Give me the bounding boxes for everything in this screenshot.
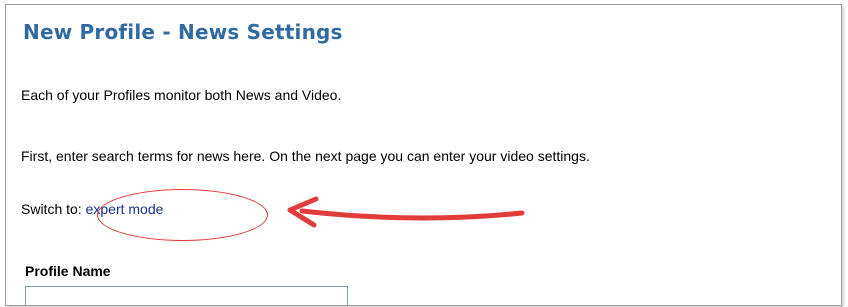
instructions-text: First, enter search terms for news here.…: [21, 148, 590, 164]
switch-mode-line: Switch to: expert mode: [21, 201, 163, 217]
annotation-arrow-icon: [287, 196, 525, 228]
switch-prefix-label: Switch to:: [21, 201, 86, 217]
intro-text: Each of your Profiles monitor both News …: [21, 87, 342, 103]
profile-name-label: Profile Name: [25, 263, 111, 279]
profile-name-input[interactable]: [25, 286, 348, 305]
expert-mode-link[interactable]: expert mode: [86, 201, 164, 217]
page-title: New Profile - News Settings: [23, 20, 343, 44]
settings-panel: New Profile - News Settings Each of your…: [5, 4, 842, 306]
